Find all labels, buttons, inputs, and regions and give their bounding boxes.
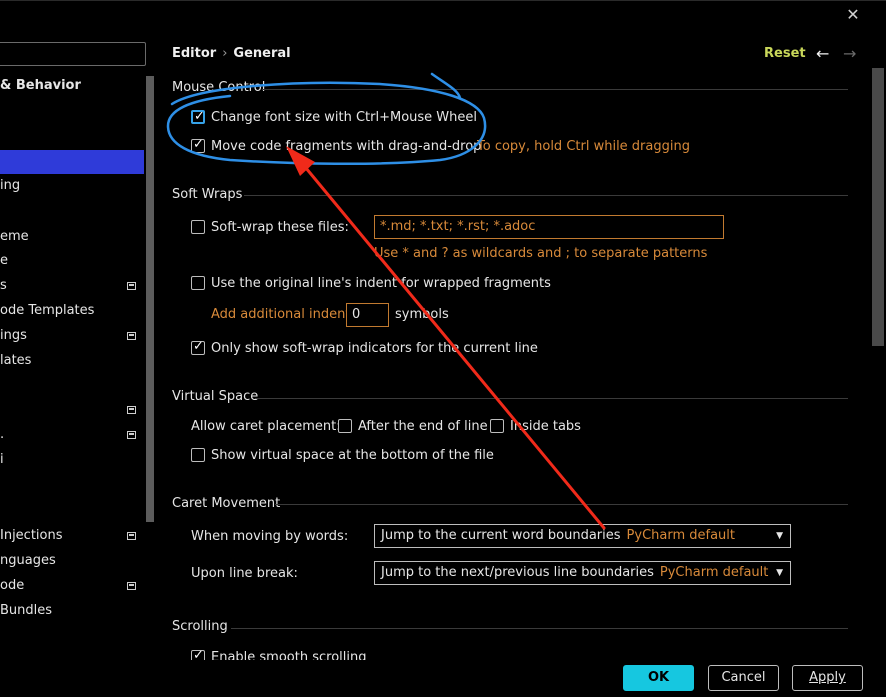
sidebar-item[interactable]: ode Templates <box>0 301 94 321</box>
sidebar-item-label: s <box>0 278 7 293</box>
soft-wrap-files-hint: Use * and ? as wildcards and ; to separa… <box>374 246 708 261</box>
line-break-label: Upon line break: <box>191 566 298 581</box>
sidebar-selected-highlight <box>0 150 144 174</box>
moving-by-words-value: Jump to the current word boundaries <box>381 528 621 543</box>
drag-drop-checkbox[interactable] <box>191 137 205 153</box>
sidebar-item-label: Injections <box>0 528 63 543</box>
line-break-default: PyCharm default <box>659 565 769 580</box>
moving-by-words-select[interactable]: Jump to the current word boundaries PyCha… <box>374 524 791 548</box>
font-size-checkbox[interactable] <box>191 109 205 124</box>
inside-tabs-checkbox[interactable] <box>490 419 504 433</box>
close-icon[interactable]: ✕ <box>846 7 860 23</box>
settings-search-input[interactable] <box>0 42 146 66</box>
sidebar-item-label: . <box>0 427 5 442</box>
section-caret-movement: Caret Movement <box>172 496 281 511</box>
drag-drop-label[interactable]: Move code fragments with drag-and-drop <box>211 139 481 154</box>
sidebar-item[interactable]: . <box>0 425 4 445</box>
soft-wrap-files-checkbox[interactable] <box>191 220 205 234</box>
sidebar-item[interactable]: Injections <box>0 526 63 546</box>
line-break-select[interactable]: Jump to the next/previous line boundarie… <box>374 561 791 585</box>
sidebar-item-label: nguages <box>0 553 56 568</box>
inside-tabs-label[interactable]: Inside tabs <box>510 419 581 434</box>
reset-link[interactable]: Reset <box>764 46 806 61</box>
breadcrumb: Editor › General <box>172 46 291 61</box>
moving-by-words-label: When moving by words: <box>191 529 349 544</box>
dropdown-arrow-icon: ▼ <box>776 531 783 541</box>
collapse-icon[interactable] <box>127 431 136 439</box>
ok-button[interactable]: OK <box>623 665 694 691</box>
drag-drop-hint: To copy, hold Ctrl while dragging <box>477 139 690 154</box>
sidebar-item[interactable]: ode <box>0 576 24 596</box>
sidebar-item-label: lates <box>0 353 32 368</box>
section-divider <box>255 398 848 399</box>
breadcrumb-general: General <box>233 46 291 61</box>
sidebar-item-label: ing <box>0 178 21 193</box>
collapse-icon[interactable] <box>127 332 136 340</box>
breadcrumb-separator-icon: › <box>222 46 228 61</box>
line-break-value: Jump to the next/previous line boundarie… <box>381 565 654 580</box>
sidebar-item-label: eme <box>0 229 29 244</box>
virtual-space-bottom-checkbox[interactable] <box>191 448 205 462</box>
cancel-button[interactable]: Cancel <box>708 665 779 691</box>
sidebar-item[interactable]: s <box>0 276 7 296</box>
section-mouse-control: Mouse Control <box>172 80 266 95</box>
window-top-border <box>0 0 886 4</box>
sidebar-item[interactable]: e <box>0 251 8 271</box>
moving-by-words-default: PyCharm default <box>626 528 735 543</box>
apply-button[interactable]: Apply <box>792 665 863 691</box>
main-scrollbar-thumb[interactable] <box>872 68 884 346</box>
virtual-space-bottom-label[interactable]: Show virtual space at the bottom of the … <box>211 448 494 463</box>
collapse-icon[interactable] <box>127 282 136 290</box>
soft-wrap-indicators-label[interactable]: Only show soft-wrap indicators for the c… <box>211 341 538 356</box>
section-virtual-space: Virtual Space <box>172 389 259 404</box>
section-divider <box>231 628 848 629</box>
font-size-label[interactable]: Change font size with Ctrl+Mouse Wheel <box>211 110 477 125</box>
after-end-of-line-label[interactable]: After the end of line <box>358 419 488 434</box>
after-end-of-line-checkbox[interactable] <box>338 419 352 433</box>
smooth-scrolling-checkbox[interactable] <box>191 648 205 660</box>
soft-wrap-files-label[interactable]: Soft-wrap these files: <box>211 220 349 235</box>
sidebar-item-label: ode Templates <box>0 303 95 318</box>
sidebar-item[interactable]: eme <box>0 227 29 247</box>
scrolling-row-clipped: Enable smooth scrolling <box>191 648 491 660</box>
sidebar-item[interactable]: i <box>0 450 4 470</box>
section-divider <box>275 504 848 505</box>
collapse-icon[interactable] <box>127 582 136 590</box>
sidebar-item-label: ode <box>0 578 25 593</box>
forward-arrow-icon[interactable]: → <box>843 44 856 63</box>
sidebar-item-label: e <box>0 253 8 268</box>
sidebar-item[interactable]: ing <box>0 176 20 196</box>
breadcrumb-editor[interactable]: Editor <box>172 46 216 61</box>
section-divider <box>262 89 848 90</box>
additional-indent-input[interactable]: 0 <box>346 303 389 327</box>
sidebar-item[interactable]: nguages <box>0 551 56 571</box>
sidebar-item-label: ings <box>0 328 27 343</box>
sidebar-item-label: & Behavior <box>0 78 81 93</box>
section-divider <box>244 195 848 196</box>
section-scrolling: Scrolling <box>172 619 228 634</box>
smooth-scrolling-label[interactable]: Enable smooth scrolling <box>211 650 367 660</box>
apply-button-label: Apply <box>809 670 846 685</box>
section-soft-wraps: Soft Wraps <box>172 187 243 202</box>
additional-indent-label: Add additional indent: <box>211 307 355 322</box>
symbols-label: symbols <box>395 307 449 322</box>
back-arrow-icon[interactable]: ← <box>816 44 829 63</box>
sidebar-item[interactable]: lates <box>0 351 31 371</box>
soft-wrap-files-input[interactable]: *.md; *.txt; *.rst; *.adoc <box>374 215 724 239</box>
sidebar-item-label: i <box>0 452 4 467</box>
collapse-icon[interactable] <box>127 532 136 540</box>
sidebar-item[interactable]: Bundles <box>0 601 52 621</box>
caret-placement-label: Allow caret placement: <box>191 419 341 434</box>
dropdown-arrow-icon: ▼ <box>776 568 783 578</box>
collapse-icon[interactable] <box>127 406 136 414</box>
soft-wrap-indicators-checkbox[interactable] <box>191 339 205 355</box>
sidebar-item-label: Bundles <box>0 603 53 618</box>
sidebar-item[interactable]: ings <box>0 326 27 346</box>
original-indent-checkbox[interactable] <box>191 276 205 290</box>
original-indent-label[interactable]: Use the original line's indent for wrapp… <box>211 276 551 291</box>
sidebar-item[interactable]: & Behavior <box>0 76 81 96</box>
sidebar-scrollbar[interactable] <box>146 76 154 522</box>
